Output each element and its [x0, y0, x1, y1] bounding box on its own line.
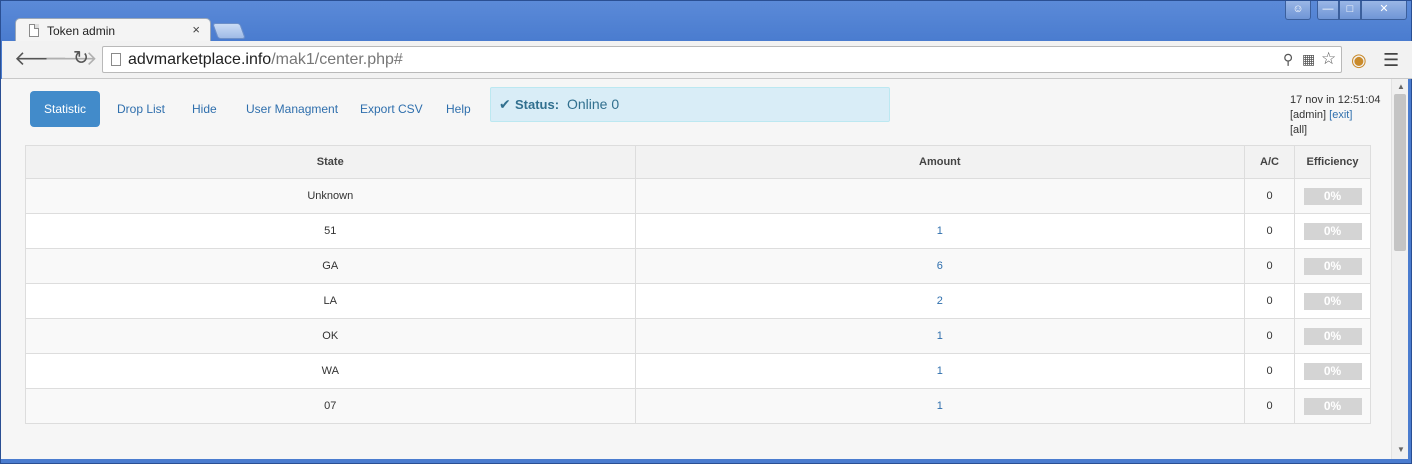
- statistics-table: State Amount A/C Efficiency Unknown 0 0%…: [25, 145, 1371, 424]
- cell-efficiency: 0%: [1294, 353, 1371, 389]
- cell-state: OK: [25, 318, 636, 354]
- cookie-icon[interactable]: ◉: [1351, 50, 1367, 71]
- cell-efficiency: 0%: [1294, 318, 1371, 354]
- scroll-down-icon[interactable]: ▼: [1397, 445, 1405, 454]
- cell-efficiency: 0%: [1294, 213, 1371, 249]
- table-row: LA 2 0 0%: [25, 283, 1371, 319]
- cell-ac: 0: [1244, 318, 1295, 354]
- header-amount[interactable]: Amount: [634, 145, 1246, 179]
- cell-state: Unknown: [25, 178, 636, 214]
- status-alert: ✔ Status: Online 0: [490, 87, 890, 122]
- table-row: OK 1 0 0%: [25, 318, 1371, 354]
- browser-toolbar: 🡐 🡒 ↻ advmarketplace.info/mak1/center.ph…: [2, 41, 1412, 79]
- tab-close-icon[interactable]: ×: [192, 22, 200, 37]
- table-row: 51 1 0 0%: [25, 213, 1371, 249]
- efficiency-bar: 0%: [1303, 397, 1362, 415]
- cell-ac: 0: [1244, 283, 1295, 319]
- header-state[interactable]: State: [25, 145, 636, 179]
- page-icon: [29, 24, 39, 37]
- nav-statistic[interactable]: Statistic: [30, 91, 100, 127]
- checkmark-icon: ✔: [499, 96, 511, 112]
- cell-ac: 0: [1244, 388, 1295, 424]
- cell-efficiency: 0%: [1294, 388, 1371, 424]
- cell-amount[interactable]: 1: [634, 388, 1246, 424]
- scroll-up-icon[interactable]: ▲: [1397, 82, 1405, 91]
- efficiency-bar: 0%: [1303, 327, 1362, 345]
- cell-ac: 0: [1244, 213, 1295, 249]
- efficiency-bar: 0%: [1303, 187, 1362, 205]
- cell-amount[interactable]: 1: [634, 318, 1246, 354]
- efficiency-bar: 0%: [1303, 222, 1362, 240]
- table-row: WA 1 0 0%: [25, 353, 1371, 389]
- star-icon[interactable]: ☆: [1321, 49, 1336, 69]
- minimize-icon[interactable]: —: [1317, 1, 1339, 20]
- maximize-icon[interactable]: □: [1339, 1, 1361, 20]
- cell-amount[interactable]: 2: [634, 283, 1246, 319]
- header-ac[interactable]: A/C: [1244, 145, 1295, 179]
- nav-user-managment[interactable]: User Managment: [246, 91, 338, 127]
- nav-help[interactable]: Help: [446, 91, 471, 127]
- cell-ac: 0: [1244, 248, 1295, 284]
- new-tab-button[interactable]: [212, 23, 246, 39]
- cell-efficiency: 0%: [1294, 248, 1371, 284]
- efficiency-bar: 0%: [1303, 257, 1362, 275]
- cell-ac: 0: [1244, 178, 1295, 214]
- page-icon: [111, 53, 121, 66]
- cell-efficiency: 0%: [1294, 178, 1371, 214]
- nav-hide[interactable]: Hide: [192, 91, 217, 127]
- cell-state: 51: [25, 213, 636, 249]
- cell-state: WA: [25, 353, 636, 389]
- key-icon[interactable]: ⚲: [1283, 51, 1293, 68]
- nav-drop-list[interactable]: Drop List: [117, 91, 165, 127]
- user-profile-icon[interactable]: ☺: [1285, 1, 1311, 20]
- close-window-icon[interactable]: ✕: [1361, 1, 1407, 20]
- forward-arrow-icon[interactable]: 🡒: [44, 49, 98, 69]
- translate-icon[interactable]: ▦: [1302, 51, 1315, 68]
- status-value: Online 0: [567, 96, 620, 112]
- vertical-scrollbar[interactable]: ▲ ▼: [1391, 79, 1408, 459]
- tab-title: Token admin: [47, 24, 116, 38]
- table-row: GA 6 0 0%: [25, 248, 1371, 284]
- reload-icon[interactable]: ↻: [73, 49, 89, 69]
- cell-amount[interactable]: 6: [634, 248, 1246, 284]
- table-row: 07 1 0 0%: [25, 388, 1371, 424]
- browser-tab[interactable]: Token admin ×: [15, 18, 211, 42]
- session-info: 17 nov in 12:51:04 [admin] [exit] [all]: [1290, 93, 1381, 138]
- all-link[interactable]: [all]: [1290, 123, 1381, 138]
- exit-link[interactable]: [exit]: [1329, 109, 1352, 121]
- nav-export-csv[interactable]: Export CSV: [360, 91, 423, 127]
- header-efficiency[interactable]: Efficiency: [1294, 145, 1371, 179]
- url-text[interactable]: advmarketplace.info/mak1/center.php#: [128, 51, 403, 69]
- hamburger-menu-icon[interactable]: ☰: [1383, 50, 1399, 71]
- efficiency-bar: 0%: [1303, 292, 1362, 310]
- table-row: Unknown 0 0%: [25, 178, 1371, 214]
- cell-amount[interactable]: 1: [634, 353, 1246, 389]
- session-datetime: 17 nov in 12:51:04: [1290, 94, 1381, 106]
- cell-state: LA: [25, 283, 636, 319]
- cell-state: 07: [25, 388, 636, 424]
- tab-strip: Token admin × ☺ — □ ✕: [1, 1, 1412, 42]
- cell-amount[interactable]: [634, 178, 1246, 214]
- address-bar[interactable]: advmarketplace.info/mak1/center.php# ⚲ ▦…: [102, 46, 1342, 73]
- page-content: Statistic Drop List Hide User Managment …: [1, 79, 1391, 459]
- efficiency-bar: 0%: [1303, 362, 1362, 380]
- cell-efficiency: 0%: [1294, 283, 1371, 319]
- cell-state: GA: [25, 248, 636, 284]
- scrollbar-thumb[interactable]: [1394, 94, 1406, 251]
- cell-amount[interactable]: 1: [634, 213, 1246, 249]
- cell-ac: 0: [1244, 353, 1295, 389]
- table-header-row: State Amount A/C Efficiency: [25, 145, 1371, 179]
- status-label: Status:: [515, 97, 560, 112]
- session-user: [admin]: [1290, 109, 1327, 121]
